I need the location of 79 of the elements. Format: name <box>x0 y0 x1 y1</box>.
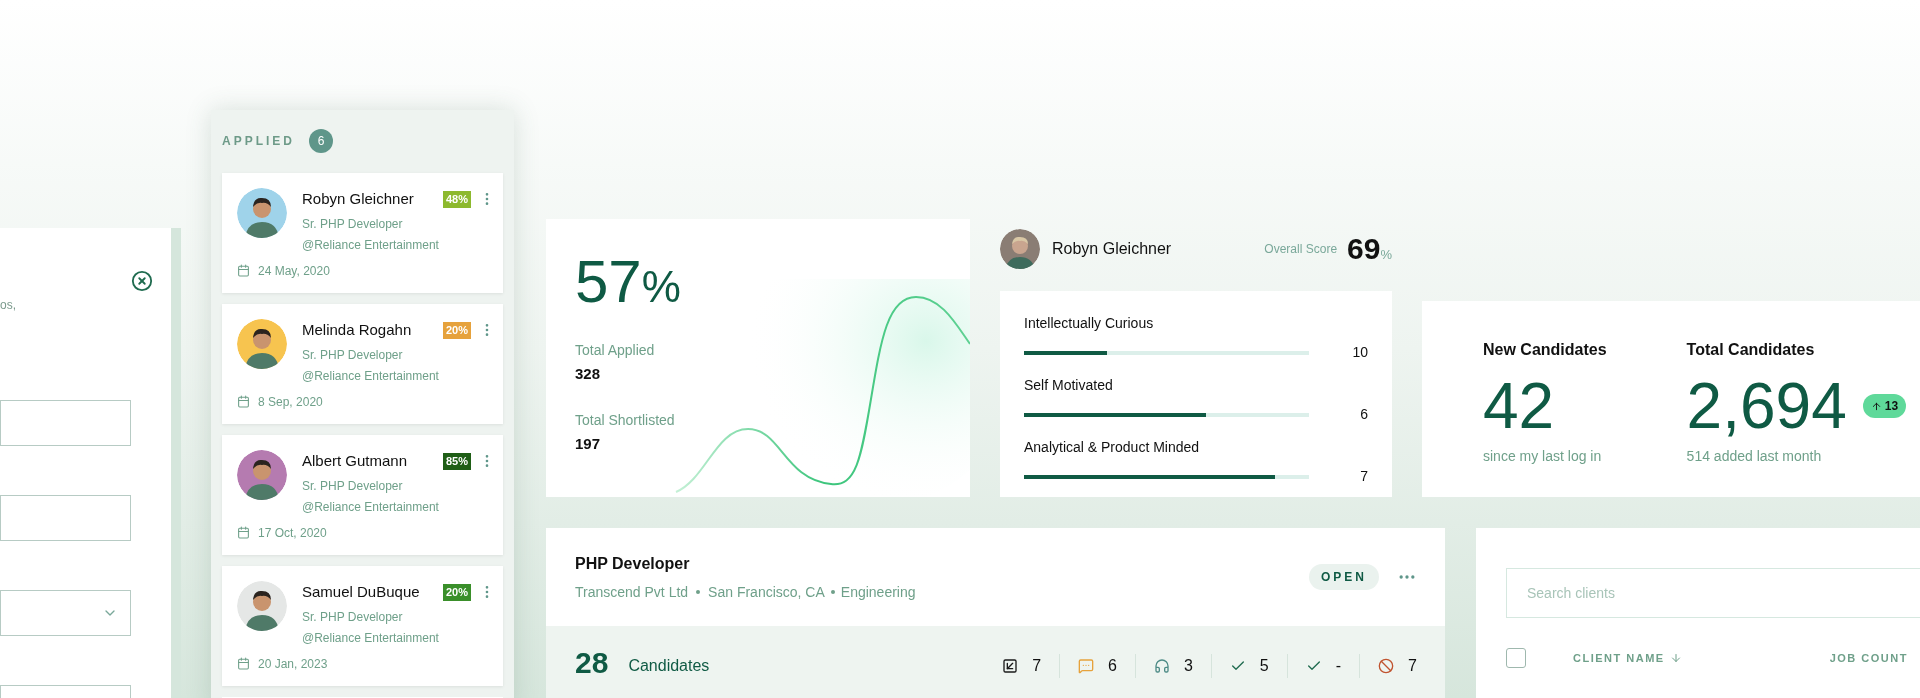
company-name: Transcend Pvt Ltd <box>575 582 689 602</box>
status-badge: OPEN <box>1309 564 1379 590</box>
count-badge: 6 <box>309 129 333 153</box>
arrow-up-icon <box>1870 400 1882 412</box>
calendar-icon <box>237 264 250 277</box>
candidate-role: Sr. PHP Developer <box>302 215 404 233</box>
applied-date: 20 Jan, 2023 <box>258 655 328 673</box>
stage-count: 6 <box>1108 656 1117 676</box>
candidate-company: @Reliance Entertainment <box>302 367 440 385</box>
growth-badge: 13 <box>1862 394 1907 418</box>
candidate-name: Robyn Gleichner <box>1052 238 1172 259</box>
close-icon[interactable] <box>131 270 153 292</box>
stat-label: Total Applied <box>575 341 656 360</box>
score-label: Overall Score <box>1264 240 1338 258</box>
arrow-square-icon <box>1002 658 1019 674</box>
candidate-name: Robyn Gleichner <box>302 189 414 209</box>
applied-date: 24 May, 2020 <box>258 262 330 280</box>
candidate-role: Sr. PHP Developer <box>302 608 404 626</box>
trait-value: 10 <box>1352 343 1368 362</box>
score-badge: 20% <box>442 321 471 339</box>
applied-date: 17 Oct, 2020 <box>258 524 327 542</box>
percent-unit: % <box>641 261 681 313</box>
trait-value: 6 <box>1360 405 1368 424</box>
description-text: os, <box>0 297 15 314</box>
candidate-card[interactable]: Albert Gutmann 85% Sr. PHP Developer @Reliance Entertainment 17 Oct, 2020 <box>222 435 503 555</box>
overall-score: 69 <box>1347 231 1381 267</box>
candidate-card[interactable]: Robyn Gleichner 48% Sr. PHP Developer @Reliance Entertainment 24 May, 2020 <box>222 173 503 293</box>
chat-icon <box>1078 658 1095 674</box>
conversion-percent: 57 <box>575 247 642 317</box>
summary-title: New Candidates <box>1483 340 1607 360</box>
calendar-icon <box>237 526 250 539</box>
stage-count: 5 <box>1259 656 1269 676</box>
candidate-card[interactable]: Melinda Rogahn 20% Sr. PHP Developer @Reliance Entertainment 8 Sep, 2020 <box>222 304 503 424</box>
candidate-company: @Reliance Entertainment <box>302 498 440 516</box>
job-department: Engineering <box>840 582 916 602</box>
summary-value: 42 <box>1483 369 1555 444</box>
stat-label: Total Shortlisted <box>575 410 676 430</box>
input-field[interactable] <box>0 495 131 541</box>
trait-label: Self Motivated <box>1024 376 1114 395</box>
trait-label: Intellectually Curious <box>1024 314 1155 333</box>
trait-value: 7 <box>1360 467 1368 486</box>
job-location: San Francisco, CA <box>708 582 825 602</box>
stage-count: 3 <box>1183 656 1193 676</box>
score-badge: 20% <box>442 583 471 601</box>
candidate-name: Albert Gutmann <box>302 451 408 471</box>
summary-title: Total Candidates <box>1686 340 1816 360</box>
candidate-role: Sr. PHP Developer <box>302 346 404 364</box>
summary-note: 514 added last month <box>1686 447 1823 466</box>
applied-date: 8 Sep, 2020 <box>258 393 323 411</box>
candidate-card[interactable]: Samuel DuBuque 20% Sr. PHP Developer @Reliance Entertainment 20 Jan, 2023 <box>222 566 503 686</box>
candidate-role: Sr. PHP Developer <box>302 477 404 495</box>
stage-count: - <box>1335 656 1342 676</box>
stat-value: 328 <box>575 364 602 384</box>
input-field[interactable] <box>0 400 131 446</box>
score-badge: 48% <box>442 190 471 208</box>
select-field[interactable] <box>0 590 131 636</box>
calendar-icon <box>237 657 250 670</box>
score-badge: 85% <box>442 452 471 470</box>
blocked-icon <box>1378 658 1395 674</box>
candidate-company: @Reliance Entertainment <box>302 629 440 647</box>
headset-icon <box>1153 658 1170 674</box>
stage-count: 7 <box>1408 656 1417 676</box>
summary-value: 2,694 <box>1686 369 1847 444</box>
candidate-name: Samuel DuBuque <box>302 582 420 602</box>
candidate-name: Melinda Rogahn <box>302 320 412 340</box>
summary-note: since my last log in <box>1483 447 1603 466</box>
job-title: PHP Developer <box>575 553 691 574</box>
select-all-checkbox[interactable] <box>1506 648 1526 668</box>
search-field[interactable]: Search clients <box>1506 568 1920 618</box>
percent-unit: % <box>1380 246 1392 264</box>
column-title: APPLIED <box>222 133 295 150</box>
calendar-icon <box>237 395 250 408</box>
trait-label: Analytical & Product Minded <box>1024 438 1201 457</box>
stat-value: 197 <box>575 433 602 454</box>
candidates-label: Candidates <box>628 656 710 676</box>
candidate-company: @Reliance Entertainment <box>302 236 440 254</box>
stage-count: 7 <box>1032 656 1042 676</box>
sort-icon[interactable] <box>1669 652 1682 664</box>
candidate-count: 28 <box>575 646 609 680</box>
